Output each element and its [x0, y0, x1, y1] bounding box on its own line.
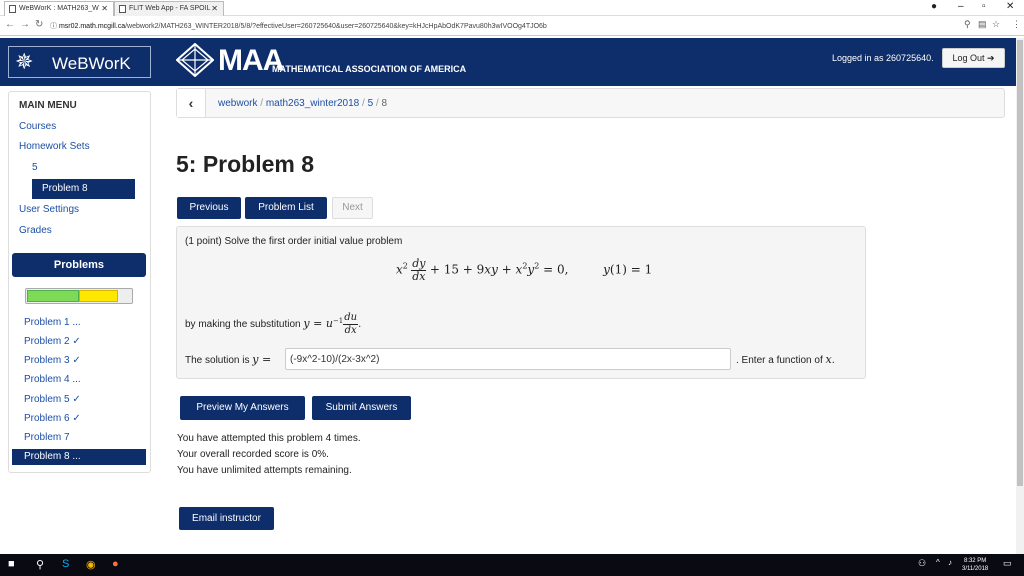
people-icon[interactable]: ⚇ [918, 558, 926, 569]
problem-list-item-3[interactable]: Problem 3 ✓ [24, 355, 81, 366]
next-button: Next [332, 197, 373, 219]
score-text: Your overall recorded score is 0%. [177, 449, 329, 460]
sign-out-icon: ➔ [987, 53, 995, 63]
breadcrumb-set[interactable]: 5 [368, 98, 374, 109]
substitution-text: by making the substitution y = u−1 du dx. [185, 312, 362, 336]
close-icon[interactable]: ✕ [211, 4, 218, 13]
browser-tab-webwork[interactable]: WeBWorK : MATH263_W ✕ [4, 1, 114, 16]
firefox-icon[interactable]: ● [112, 558, 119, 570]
answer-input[interactable]: (-9x^2-10)/(2x-3x^2) [285, 348, 731, 370]
page-scrollbar[interactable] [1016, 38, 1024, 554]
attempts-text: You have attempted this problem 4 times. [177, 433, 361, 444]
breadcrumb-path: webwork / math263_winter2018 / 5 / 8 [218, 98, 388, 109]
brand-name: WeBWorK [52, 54, 131, 73]
tab-label: WeBWorK : MATH263_W [19, 5, 99, 12]
log-out-button[interactable]: Log Out ➔ [942, 48, 1005, 68]
maximize-icon[interactable]: ▫ [982, 1, 986, 12]
sidebar-item-user-settings[interactable]: User Settings [19, 204, 79, 215]
sidebar-item-set-5[interactable]: 5 [32, 162, 38, 173]
solution-label-text: The solution is y = [185, 353, 272, 366]
star-icon[interactable]: ☆ [992, 19, 1000, 30]
menu-dots-icon[interactable]: ⋮ [1012, 19, 1021, 30]
sidebar-item-courses[interactable]: Courses [19, 121, 56, 132]
progress-partial-segment [79, 290, 118, 302]
windows-start-icon[interactable]: ■ [8, 558, 15, 570]
breadcrumb: ‹ webwork / math263_winter2018 / 5 / 8 [176, 88, 1005, 118]
logged-in-text: Logged in as 260725640. [832, 53, 934, 63]
skype-icon[interactable]: S [62, 558, 69, 570]
page-icon [9, 5, 16, 13]
problem-list-item-8[interactable]: Problem 8 ... [12, 449, 146, 465]
minimize-icon[interactable]: – [958, 1, 964, 12]
search-icon[interactable]: ⚲ [36, 558, 44, 571]
address-bar: ← → ↻ ⓘ msr02.math.mcgill.ca/webwork2/MA… [0, 16, 1024, 36]
back-chevron-button[interactable]: ‹ [177, 89, 206, 117]
problem-list-item-4[interactable]: Problem 4 ... [24, 374, 81, 385]
webwork-star-icon: ✵ [15, 49, 34, 74]
clock-date: 3/11/2018 [962, 566, 989, 572]
breadcrumb-course[interactable]: math263_winter2018 [266, 98, 359, 109]
previous-button[interactable]: Previous [177, 197, 241, 219]
main-menu-title: MAIN MENU [19, 100, 77, 111]
notifications-icon[interactable]: ▭ [1003, 558, 1012, 569]
differential-equation: x2 dy dx + 15 + 9xy + x2y2 = 0, y(1) = 1 [396, 257, 653, 283]
webwork-brand-link[interactable]: ✵ WeBWorK [8, 46, 151, 78]
tab-label: FLIT Web App - FA SPOIL [129, 5, 211, 12]
page-icon [119, 5, 126, 13]
remaining-text: You have unlimited attempts remaining. [177, 465, 352, 476]
clock-time: 8:32 PM [963, 558, 987, 564]
volume-icon[interactable]: ♪ [948, 558, 952, 567]
url-host: msr02.math.mcgill.ca [58, 23, 126, 30]
close-icon[interactable]: ✕ [101, 4, 108, 13]
maa-emblem-icon [176, 43, 214, 77]
zoom-icon[interactable]: ⚲ [964, 19, 971, 30]
top-navbar: ✵ WeBWorK MAA MATHEMATICAL ASSOCIATION O… [0, 38, 1016, 86]
url-path: /webwork2/MATH263_WINTER2018/5/8/?effect… [125, 23, 547, 30]
back-arrow-icon[interactable]: ← [5, 19, 15, 30]
scrollbar-thumb[interactable] [1017, 40, 1023, 486]
problem-list-item-2[interactable]: Problem 2 ✓ [24, 336, 81, 347]
enter-function-text: . Enter a function of x. [736, 353, 835, 366]
translate-icon[interactable]: ▤ [978, 19, 987, 30]
problem-list-item-1[interactable]: Problem 1 ... [24, 317, 81, 328]
problem-intro: (1 point) Solve the first order initial … [185, 236, 403, 247]
maa-subtitle: MATHEMATICAL ASSOCIATION OF AMERICA [272, 64, 467, 74]
substitution-label: by making the substitution [185, 319, 301, 331]
info-icon: ⓘ [50, 23, 59, 30]
chrome-icon[interactable]: ◉ [86, 558, 96, 571]
solution-label: The solution is [185, 355, 250, 366]
problems-button[interactable]: Problems [12, 253, 146, 277]
sidebar-item-problem-8[interactable]: Problem 8 [32, 179, 135, 199]
forward-arrow-icon[interactable]: → [20, 19, 30, 30]
tray-chevron-icon[interactable]: ^ [936, 558, 940, 567]
reload-icon[interactable]: ↻ [35, 19, 43, 30]
email-instructor-button[interactable]: Email instructor [179, 507, 274, 530]
breadcrumb-problem: 8 [381, 98, 388, 109]
page-title: 5: Problem 8 [176, 151, 315, 177]
set-progress-bar [25, 288, 133, 304]
problem-list-item-5[interactable]: Problem 5 ✓ [24, 394, 81, 405]
submit-answers-button[interactable]: Submit Answers [312, 396, 411, 420]
problem-list-item-6[interactable]: Problem 6 ✓ [24, 413, 81, 424]
browser-tab-flit[interactable]: FLIT Web App - FA SPOIL ✕ [114, 1, 224, 16]
problem-list-button[interactable]: Problem List [245, 197, 327, 219]
browser-tab-strip: WeBWorK : MATH263_W ✕ FLIT Web App - FA … [0, 0, 1024, 16]
log-out-label: Log Out [952, 53, 985, 63]
progress-correct-segment [27, 290, 79, 302]
profile-icon[interactable]: ● [931, 1, 937, 12]
enter-function-label: . Enter a function of [736, 355, 823, 366]
windows-taskbar: ■ ⚲ S ◉ ● ⚇ ^ ♪ 8:32 PM 3/11/2018 ▭ [0, 554, 1024, 576]
breadcrumb-webwork[interactable]: webwork [218, 98, 257, 109]
url-field[interactable]: ⓘ msr02.math.mcgill.ca/webwork2/MATH263_… [50, 21, 547, 31]
sidebar-item-homework-sets[interactable]: Homework Sets [19, 141, 90, 152]
problem-list-item-7[interactable]: Problem 7 [24, 432, 70, 443]
preview-answers-button[interactable]: Preview My Answers [180, 396, 305, 420]
close-window-icon[interactable]: ✕ [1006, 1, 1014, 12]
system-clock[interactable]: 8:32 PM 3/11/2018 [962, 557, 988, 573]
sidebar: MAIN MENU Courses Homework Sets 5 Proble… [8, 91, 151, 473]
sidebar-item-grades[interactable]: Grades [19, 225, 52, 236]
